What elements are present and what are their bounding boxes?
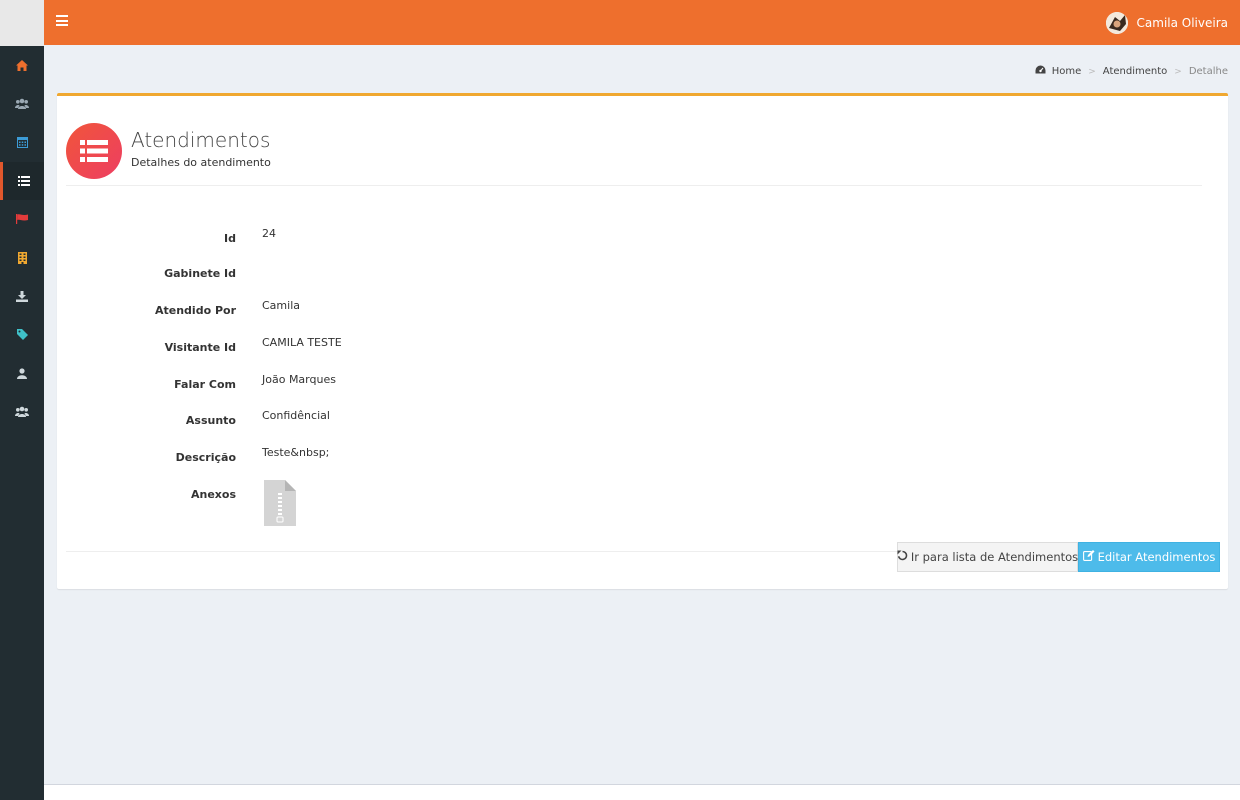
breadcrumb-separator: > <box>1088 66 1096 77</box>
breadcrumb-home[interactable]: Home <box>1052 66 1082 77</box>
breadcrumb: Home > Atendimento > Detalhe <box>1035 65 1228 78</box>
detail-row-falar-com: Falar Com João Marques <box>57 373 657 402</box>
divider <box>66 185 1202 186</box>
detail-label: Assunto <box>185 414 236 427</box>
undo-icon <box>897 550 908 564</box>
sidebar-item-home[interactable] <box>0 46 44 85</box>
sidebar-item-user[interactable] <box>0 354 44 393</box>
back-to-list-button[interactable]: Ir para lista de Atendimentos <box>897 542 1078 572</box>
detail-value: Teste&nbsp; <box>262 446 330 459</box>
menu-toggle-icon[interactable] <box>56 15 68 29</box>
edit-icon <box>1082 550 1095 564</box>
building-icon <box>17 251 27 264</box>
edit-label: Editar Atendimentos <box>1097 550 1216 564</box>
breadcrumb-atendimento[interactable]: Atendimento <box>1103 66 1167 77</box>
detail-label: Anexos <box>190 488 236 501</box>
detail-label: Gabinete Id <box>164 267 236 280</box>
breadcrumb-current: Detalhe <box>1188 66 1228 77</box>
sidebar-item-flag[interactable] <box>0 200 44 239</box>
page-title: Atendimentos <box>131 128 271 152</box>
detail-row-id: Id 24 <box>57 227 657 254</box>
sidebar-item-tag[interactable] <box>0 316 44 355</box>
list-icon <box>17 175 30 186</box>
flag-icon <box>16 214 28 225</box>
detail-row-visitante: Visitante Id CAMILA TESTE <box>57 336 657 365</box>
group-icon <box>15 406 29 418</box>
detail-row-gabinete: Gabinete Id <box>57 267 657 291</box>
detail-label: Descrição <box>175 451 236 464</box>
detail-value: João Marques <box>262 373 336 386</box>
sidebar-item-building[interactable] <box>0 239 44 278</box>
detail-label: Id <box>224 232 236 245</box>
detail-value: Confidêncial <box>262 409 330 422</box>
tag-icon <box>16 329 28 341</box>
sidebar <box>0 46 44 800</box>
detail-label: Atendido Por <box>154 304 236 317</box>
sidebar-item-calendar[interactable] <box>0 123 44 162</box>
home-icon <box>16 59 28 71</box>
logo-area <box>0 0 44 46</box>
download-icon <box>16 290 28 302</box>
page-subtitle: Detalhes do atendimento <box>131 156 271 169</box>
footer <box>44 784 1240 800</box>
detail-row-assunto: Assunto Confidêncial <box>57 409 657 438</box>
sidebar-item-group[interactable] <box>0 393 44 432</box>
avatar <box>1105 12 1128 34</box>
detail-label: Falar Com <box>174 378 236 391</box>
users-icon <box>15 98 29 110</box>
sidebar-item-users[interactable] <box>0 85 44 124</box>
sidebar-item-atendimentos[interactable] <box>0 161 44 200</box>
sidebar-item-download[interactable] <box>0 277 44 316</box>
detail-row-atendido-por: Atendido Por Camila <box>57 299 657 328</box>
edit-button[interactable]: Editar Atendimentos <box>1078 542 1220 572</box>
user-icon <box>17 368 27 379</box>
calendar-icon <box>16 137 28 149</box>
detail-value: 24 <box>262 227 276 240</box>
dashboard-icon <box>1035 65 1046 78</box>
top-header: Camila Oliveira <box>44 0 1240 45</box>
back-to-list-label: Ir para lista de Atendimentos <box>910 550 1079 564</box>
user-menu[interactable]: Camila Oliveira <box>1105 11 1228 35</box>
detail-row-anexos: Anexos <box>57 488 657 512</box>
zip-file-icon[interactable] <box>263 479 297 527</box>
list-icon <box>66 123 122 179</box>
user-name: Camila Oliveira <box>1136 16 1228 30</box>
detail-label: Visitante Id <box>164 341 236 354</box>
detail-value: Camila <box>262 299 300 312</box>
breadcrumb-separator: > <box>1174 66 1182 77</box>
detail-row-descricao: Descrição Teste&nbsp; <box>57 446 657 475</box>
detail-box: Atendimentos Detalhes do atendimento Id … <box>57 93 1228 589</box>
detail-value: CAMILA TESTE <box>262 336 342 349</box>
